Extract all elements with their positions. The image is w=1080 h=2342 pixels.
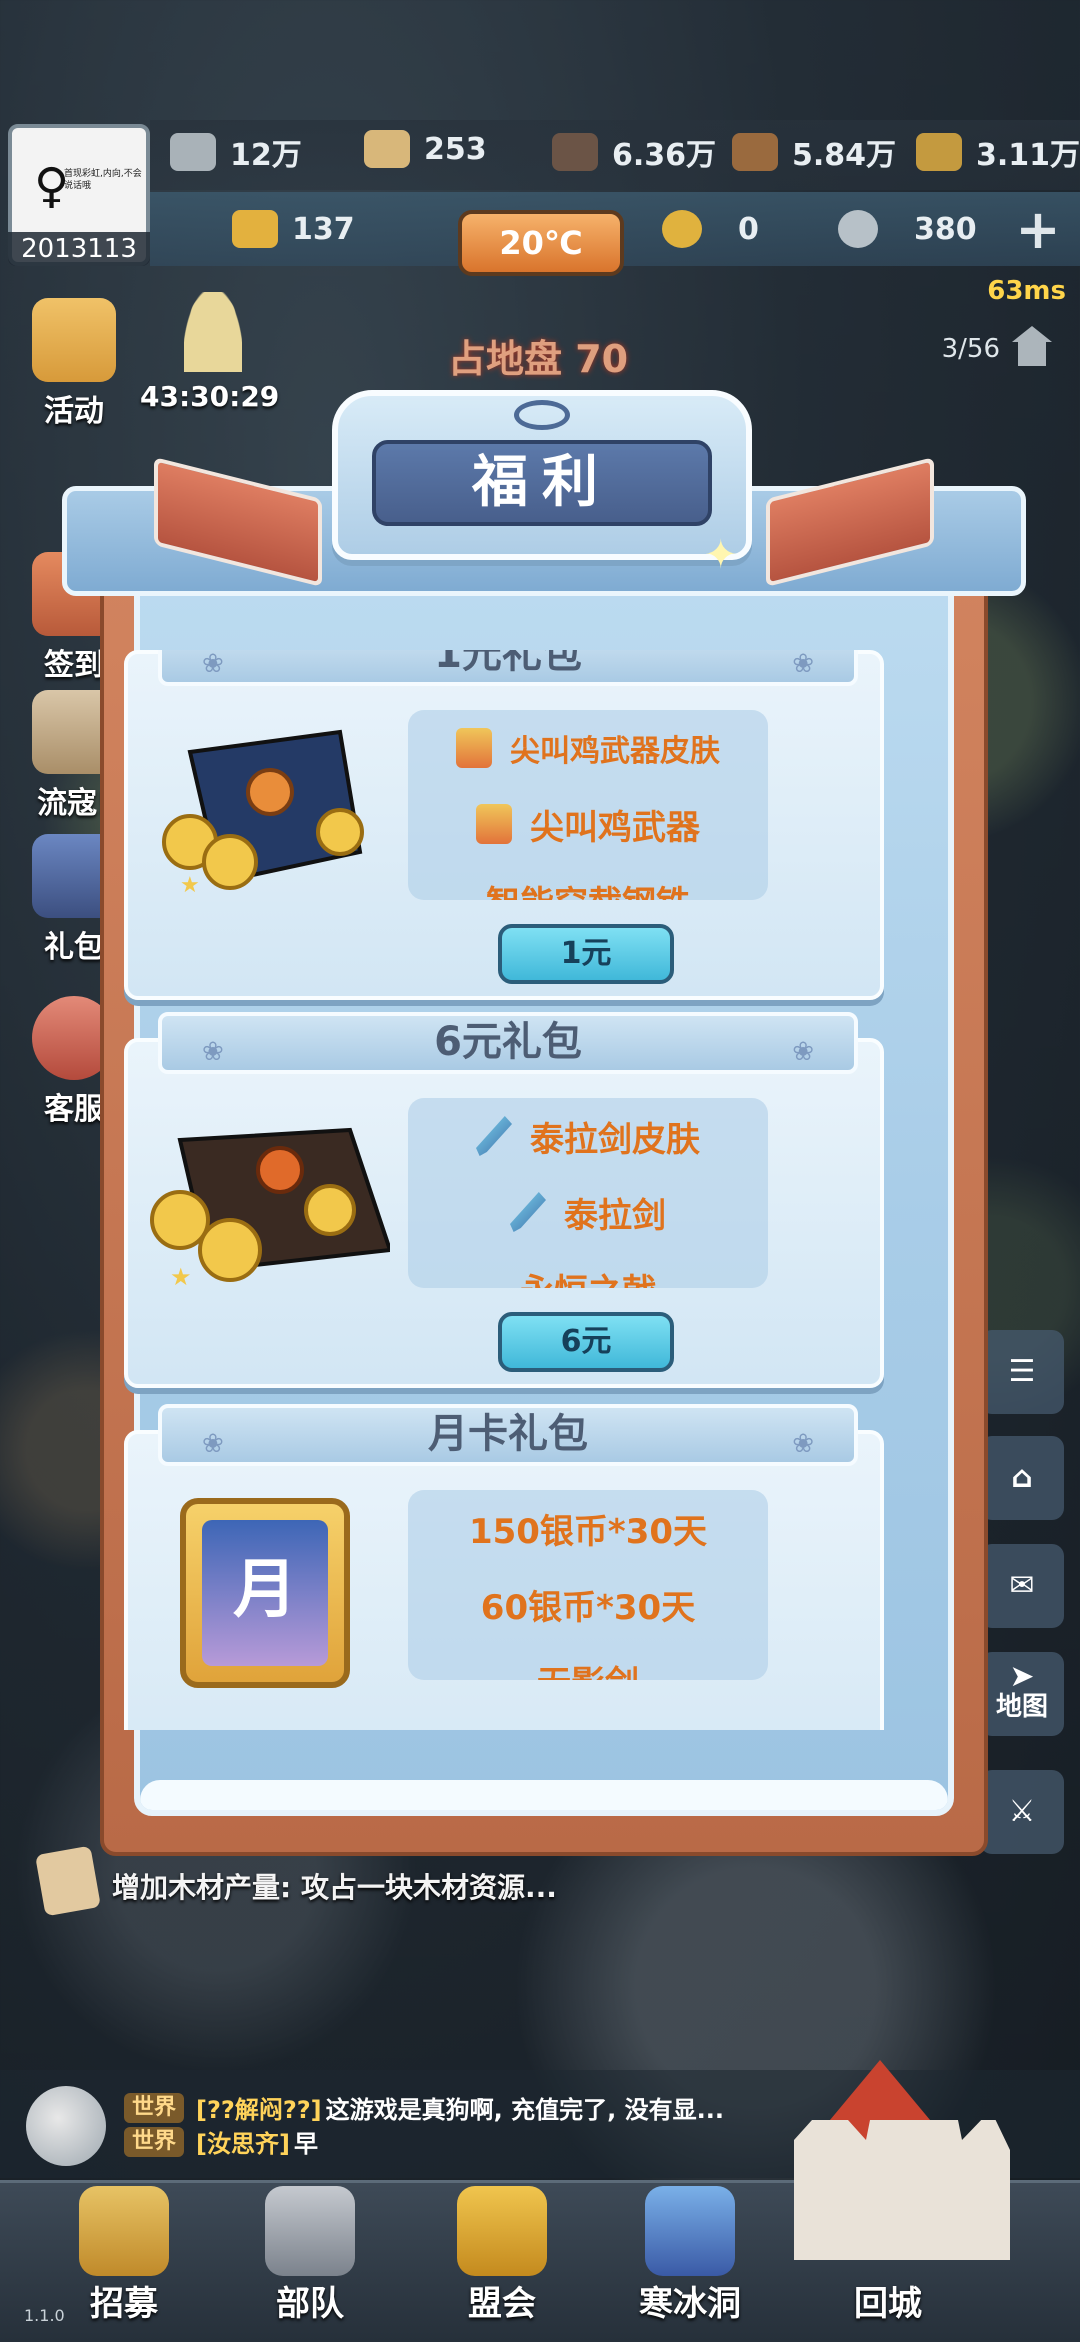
resource-tip[interactable]: 增加木材产量: 攻占一块木材资源... <box>112 1866 557 1906</box>
swirl-icon: ❀ <box>792 1037 814 1067</box>
calendar-icon <box>32 298 116 382</box>
helmet-icon <box>265 2186 355 2276</box>
resource-ore[interactable]: 6.36万 <box>552 130 716 174</box>
list-item: 无影剑 <box>408 1642 768 1681</box>
scroll-icon[interactable] <box>35 1845 101 1917</box>
resource-wood[interactable]: 5.84万 <box>732 130 896 174</box>
list-icon: ☰ <box>1008 1354 1036 1389</box>
nav-troops[interactable]: 部队 <box>240 2186 380 2325</box>
month-card-icon: 月 <box>180 1498 350 1688</box>
nav-ice-cave[interactable]: 寒冰洞 <box>620 2186 760 2325</box>
nav-alliance[interactable]: 盟会 <box>432 2186 572 2325</box>
list-item: 尖叫鸡武器 <box>408 786 768 862</box>
side-item-activity[interactable]: 活动 <box>24 298 124 430</box>
resource-gold-coin[interactable]: 0 <box>662 210 759 248</box>
sword-icon <box>510 1192 546 1232</box>
resource-stone[interactable]: 12万 <box>170 130 302 174</box>
chat-message: 世界 [汝思齐] 早 <box>124 2124 318 2159</box>
packs-scroll-list[interactable]: ❀ 1元礼包 ❀ ★ 尖叫鸡武器皮肤 尖叫鸡武器 1元 ❀ 6元礼包 ❀ ★ 泰… <box>124 650 884 1730</box>
shield-icon <box>457 2186 547 2276</box>
resource-wheat[interactable]: 253 <box>364 130 487 168</box>
wood-icon <box>732 133 778 171</box>
pack-card: ❀ 月卡礼包 ❀ 月 150银币*30天 60银币*30天 无影剑 <box>124 1404 884 1730</box>
silver-coin-icon <box>838 210 878 248</box>
add-currency-button[interactable]: + <box>1014 203 1062 257</box>
figure-icon[interactable] <box>184 292 242 372</box>
list-item: 尖叫鸡武器皮肤 <box>408 710 768 786</box>
list-item: 泰拉剑 <box>408 1174 768 1250</box>
buy-button[interactable]: 1元 <box>498 924 674 984</box>
version-label: 1.1.0 <box>24 2306 65 2325</box>
stone-icon <box>170 133 216 171</box>
swirl-icon: ❀ <box>202 1037 224 1067</box>
pack-items-list[interactable]: 150银币*30天 60银币*30天 无影剑 <box>408 1490 768 1680</box>
avatar-caption: 首现彩虹,内向,不会说话哦 <box>64 169 142 191</box>
sword-skin-icon <box>476 1116 512 1156</box>
resource-silver-coin[interactable]: 380 <box>838 210 977 248</box>
ore-icon <box>552 133 598 171</box>
ping-indicator: 63ms <box>987 276 1066 306</box>
gold-bars-icon <box>232 210 278 248</box>
nav-recruit[interactable]: 招募 <box>54 2186 194 2325</box>
player-id: 2013113 <box>8 232 150 266</box>
welfare-modal: 福利 ✦ ❀ 1元礼包 ❀ ★ 尖叫鸡武器皮肤 尖叫鸡武器 1元 ❀ 6元礼包 … <box>62 390 1026 1872</box>
wheat-icon <box>364 130 410 168</box>
swirl-icon: ❀ <box>792 650 814 679</box>
modal-title: 福利 <box>372 440 712 526</box>
pack-card: ❀ 6元礼包 ❀ ★ 泰拉剑皮肤 泰拉剑 6元 <box>124 1012 884 1388</box>
temperature-badge[interactable]: 20℃ <box>458 210 624 276</box>
nav-return-city[interactable]: 回城 <box>818 2276 958 2325</box>
list-item: 智能窃截钢铁 <box>408 862 768 901</box>
weapon-icon <box>476 804 512 844</box>
chat-message: 世界 [??解闷??] 这游戏是真狗啊, 充值完了, 没有显... <box>124 2090 724 2125</box>
pack-items-list[interactable]: 泰拉剑皮肤 泰拉剑 永恒之戟 <box>408 1098 768 1288</box>
pack-title-banner: ❀ 6元礼包 ❀ <box>158 1012 858 1074</box>
swirl-icon: ❀ <box>202 1429 224 1459</box>
list-item: 泰拉剑皮肤 <box>408 1098 768 1174</box>
resource-food[interactable]: 3.11万 <box>916 130 1080 174</box>
swirl-icon: ❀ <box>202 650 224 679</box>
crossed-swords-icon: ⚔ <box>1008 1794 1036 1829</box>
swirl-icon: ❀ <box>792 1429 814 1459</box>
mail-icon: ✉ <box>1009 1568 1035 1603</box>
list-item: 永恒之戟 <box>408 1250 768 1289</box>
list-item: 60银币*30天 <box>480 1587 696 1628</box>
svg-text:★: ★ <box>170 1263 192 1291</box>
svg-text:★: ★ <box>180 873 200 898</box>
weapon-skin-icon <box>456 728 492 768</box>
resource-gold-bars[interactable]: 137 <box>232 210 355 248</box>
eye-icon <box>514 400 570 430</box>
sparkle-icon: ✦ <box>704 532 738 578</box>
shop-icon: ⌂ <box>1011 1460 1033 1495</box>
pack-items-list[interactable]: 尖叫鸡武器皮肤 尖叫鸡武器 智能窃截钢铁 <box>408 710 768 900</box>
pack-card: ❀ 1元礼包 ❀ ★ 尖叫鸡武器皮肤 尖叫鸡武器 1元 <box>124 650 884 1000</box>
food-icon <box>916 133 962 171</box>
title-plate: 福利 <box>332 390 752 560</box>
ice-monster-icon <box>645 2186 735 2276</box>
event-timer: 43:30:29 <box>140 380 280 413</box>
gift-pack-icon: ★ <box>150 712 390 912</box>
pack-title-banner: ❀ 月卡礼包 ❀ <box>158 1404 858 1466</box>
building-counter: 3/56 <box>941 334 1000 364</box>
recruit-icon <box>79 2186 169 2276</box>
territory-label: 占地盘 70 <box>448 337 629 381</box>
list-item: 150银币*30天 <box>468 1511 708 1552</box>
gift-pack-icon: ★ <box>150 1100 393 1300</box>
pack-title-banner: ❀ 1元礼包 ❀ <box>158 650 858 686</box>
buy-button[interactable]: 6元 <box>498 1312 674 1372</box>
gold-coin-icon <box>662 210 702 248</box>
snow-edge <box>140 1780 948 1810</box>
planet-icon[interactable] <box>26 2086 106 2166</box>
